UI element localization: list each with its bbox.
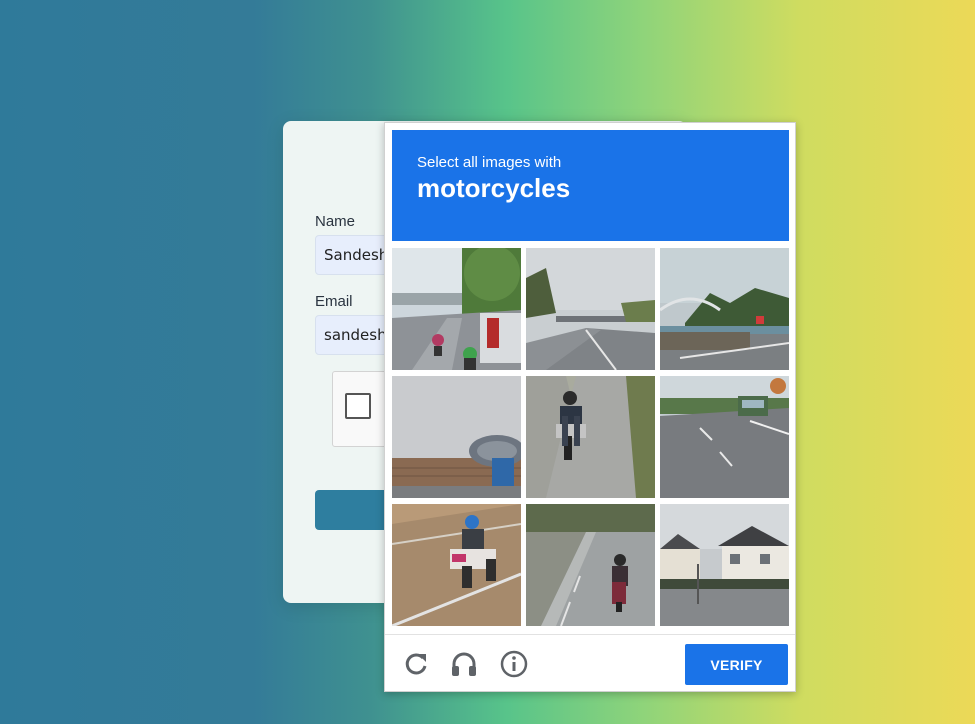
image-tile[interactable] [392,376,521,498]
image-tile[interactable] [660,504,789,626]
image-tile[interactable] [392,504,521,626]
challenge-header: Select all images with motorcycles [392,130,789,241]
image-tile[interactable] [526,504,655,626]
image-grid [392,248,789,627]
challenge-footer: VERIFY [385,634,795,692]
name-label: Name [315,213,356,230]
challenge-instruction: Select all images with [417,154,562,171]
reload-icon[interactable] [401,649,431,679]
recaptcha-checkbox[interactable] [345,393,371,419]
verify-button[interactable]: VERIFY [685,644,788,685]
image-tile[interactable] [526,376,655,498]
info-icon[interactable] [499,649,529,679]
headphones-icon[interactable] [449,649,479,679]
image-tile[interactable] [660,376,789,498]
image-tile[interactable] [392,248,521,370]
image-tile[interactable] [660,248,789,370]
email-label: Email [315,293,353,310]
challenge-target: motorcycles [417,173,571,203]
image-tile[interactable] [526,248,655,370]
captcha-challenge: Select all images with motorcycles VERIF… [384,122,796,692]
